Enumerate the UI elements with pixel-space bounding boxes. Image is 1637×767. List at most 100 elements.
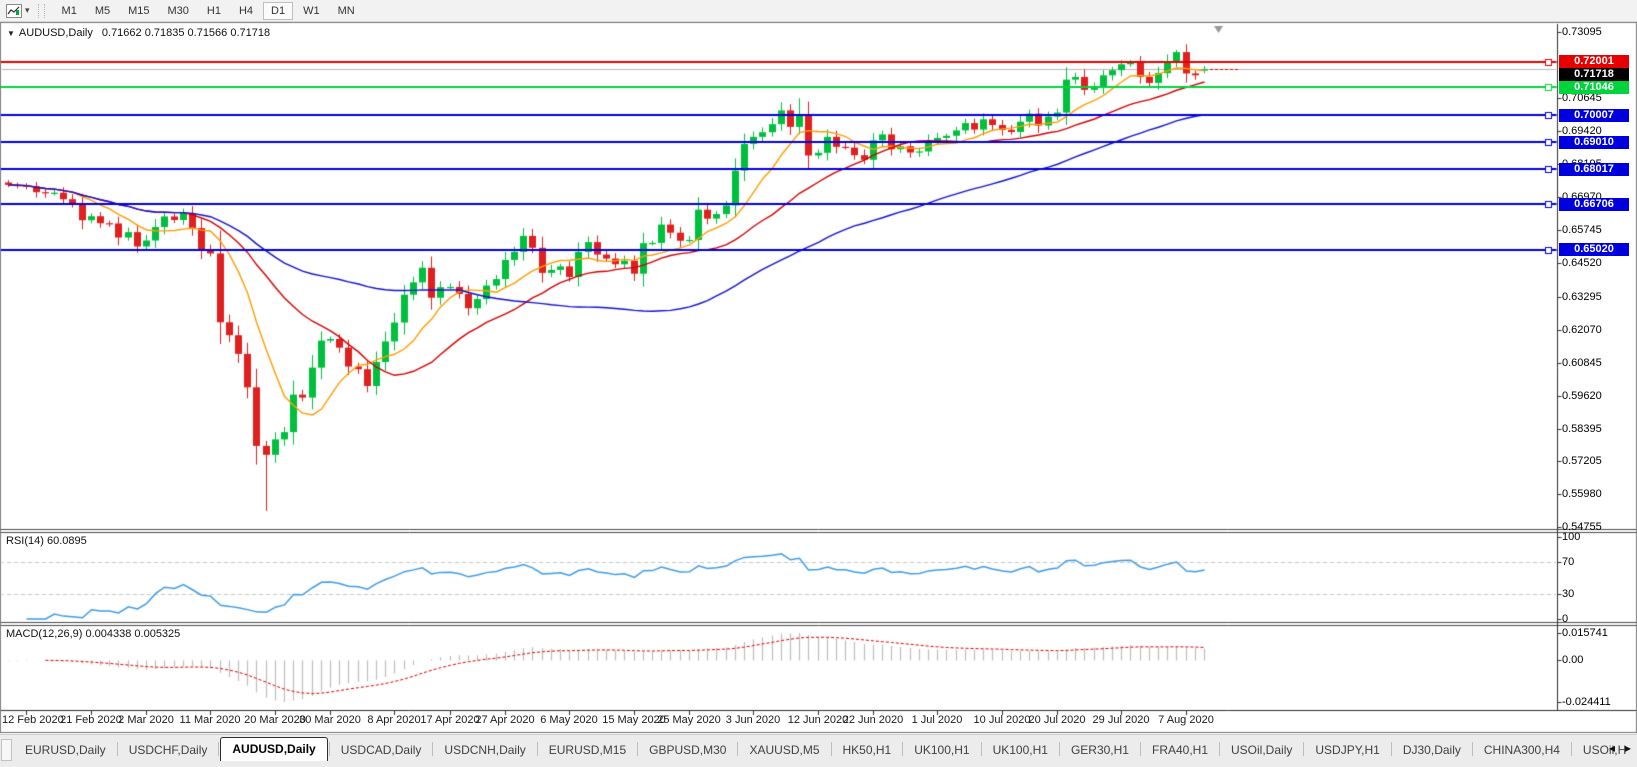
- chart-tab-usdjpy-h1[interactable]: USDJPY,H1: [1305, 739, 1389, 762]
- date-axis-label: 8 Apr 2020: [367, 714, 420, 726]
- timeframe-h1-button[interactable]: H1: [199, 2, 229, 20]
- date-axis-label: 7 Aug 2020: [1158, 714, 1214, 726]
- date-axis-label: 21 Feb 2020: [60, 714, 122, 726]
- date-axis-label: 11 Mar 2020: [180, 714, 241, 726]
- tab-separator: [737, 742, 738, 756]
- chart-tab-china300-h4[interactable]: CHINA300,H4: [1474, 739, 1570, 762]
- bottom-strip: [0, 761, 1637, 767]
- chart-tab-audusd-daily[interactable]: AUDUSD,Daily: [220, 737, 327, 762]
- date-axis-label: 10 Jul 2020: [974, 714, 1031, 726]
- collapse-triangle-icon[interactable]: ▼: [7, 29, 15, 38]
- chart-tab-uk100-h1[interactable]: UK100,H1: [983, 739, 1058, 762]
- date-axis-label: 29 Jul 2020: [1093, 714, 1150, 726]
- chart-tab-uk100-h1[interactable]: UK100,H1: [904, 739, 979, 762]
- chart-tab-xauusd-m5[interactable]: XAUUSD,M5: [739, 739, 829, 762]
- chart-tab-eurusd-m15[interactable]: EURUSD,M15: [539, 739, 636, 762]
- level-price-badge: 0.71046: [1559, 81, 1629, 94]
- level-price-badge: 0.66706: [1559, 198, 1629, 211]
- timeframe-m30-button[interactable]: M30: [160, 2, 197, 20]
- price-axis-tick: 0.73095: [1562, 26, 1602, 38]
- chart-tabs-bar: EURUSD,DailyUSDCHF,DailyAUDUSD,DailyUSDC…: [0, 734, 1637, 762]
- level-price-badge: 0.65020: [1559, 243, 1629, 256]
- level-price-badge: 0.72001: [1559, 55, 1629, 68]
- chart-tabs: EURUSD,DailyUSDCHF,DailyAUDUSD,DailyUSDC…: [15, 735, 1636, 762]
- tab-separator: [637, 742, 638, 756]
- tabs-scroll-left-icon[interactable]: ◂: [1609, 741, 1615, 755]
- tabbar-left-edge: [1, 739, 12, 761]
- tab-separator: [1391, 742, 1392, 756]
- price-axis-tick: 0.62070: [1562, 324, 1602, 336]
- timeframe-h4-button[interactable]: H4: [231, 2, 261, 20]
- chart-tab-eurusd-daily[interactable]: EURUSD,Daily: [15, 739, 116, 762]
- dropdown-caret-icon[interactable]: ▾: [25, 5, 30, 16]
- date-axis-label: 17 Apr 2020: [420, 714, 479, 726]
- chart-tab-hk50-h1[interactable]: HK50,H1: [833, 739, 902, 762]
- chart-tab-ger30-h1[interactable]: GER30,H1: [1061, 739, 1139, 762]
- date-axis-label: 1 Jul 2020: [912, 714, 963, 726]
- macd-axis-tick: 0.00: [1562, 654, 1583, 666]
- price-axis-tick: 0.64520: [1562, 257, 1602, 269]
- timeframe-m1-button[interactable]: M1: [54, 2, 85, 20]
- rsi-indicator-label: RSI(14) 60.0895: [6, 535, 87, 547]
- level-price-badge: 0.70007: [1559, 109, 1629, 122]
- tab-separator: [117, 742, 118, 756]
- chart-tab-fra40-h1[interactable]: FRA40,H1: [1142, 739, 1218, 762]
- tab-separator: [1472, 742, 1473, 756]
- chart-window: ▼ AUDUSD,Daily 0.71662 0.71835 0.71566 0.7…: [0, 22, 1637, 733]
- price-axis-tick: 0.59620: [1562, 390, 1602, 402]
- tab-separator: [218, 742, 219, 756]
- date-axis-label: 2 Mar 2020: [118, 714, 174, 726]
- date-axis-label: 3 Jun 2020: [726, 714, 780, 726]
- price-axis-tick: 0.57205: [1562, 455, 1602, 467]
- tab-separator: [1219, 742, 1220, 756]
- date-axis-label: 30 Mar 2020: [299, 714, 361, 726]
- tab-separator: [831, 742, 832, 756]
- date-axis-label: 25 May 2020: [657, 714, 721, 726]
- timeframe-mn-button[interactable]: MN: [330, 2, 363, 20]
- macd-indicator-label: MACD(12,26,9) 0.004338 0.005325: [6, 628, 180, 640]
- timeframe-buttons: M1M5M15M30H1H4D1W1MN: [53, 2, 364, 20]
- toolbar: ▾ M1M5M15M30H1H4D1W1MN: [0, 0, 1637, 22]
- tab-separator: [1571, 742, 1572, 756]
- date-axis-label: 6 May 2020: [540, 714, 597, 726]
- tab-separator: [902, 742, 903, 756]
- chart-tab-usdcnh-daily[interactable]: USDCNH,Daily: [434, 739, 535, 762]
- rsi-axis-tick: 0: [1562, 613, 1568, 625]
- chart-type-icon[interactable]: [4, 3, 24, 19]
- tab-separator: [537, 742, 538, 756]
- date-axis-label: 20 Mar 2020: [244, 714, 306, 726]
- tab-separator: [1059, 742, 1060, 756]
- tab-separator: [432, 742, 433, 756]
- chart-tab-dj30-daily[interactable]: DJ30,Daily: [1393, 739, 1471, 762]
- date-axis-label: 27 Apr 2020: [475, 714, 534, 726]
- macd-axis-tick: -0.024411: [1562, 696, 1611, 708]
- current-price-badge: 0.71718: [1559, 68, 1629, 81]
- timeframe-m5-button[interactable]: M5: [87, 2, 118, 20]
- chart-tab-usoil-daily[interactable]: USOil,Daily: [1221, 739, 1302, 762]
- rsi-axis-tick: 30: [1562, 588, 1574, 600]
- chart-ohlc-values: 0.71662 0.71835 0.71566 0.71718: [102, 27, 270, 39]
- date-axis-label: 22 Jun 2020: [843, 714, 904, 726]
- timeframe-d1-button[interactable]: D1: [263, 2, 293, 20]
- rsi-axis-tick: 100: [1562, 531, 1580, 543]
- price-axis-tick: 0.65745: [1562, 224, 1602, 236]
- rsi-axis-tick: 70: [1562, 556, 1574, 568]
- macd-axis-tick: 0.015741: [1562, 627, 1608, 639]
- chart-tab-gbpusd-m30[interactable]: GBPUSD,M30: [639, 739, 736, 762]
- level-price-badge: 0.69010: [1559, 136, 1629, 149]
- chart-tab-usdcad-daily[interactable]: USDCAD,Daily: [331, 739, 432, 762]
- price-axis-tick: 0.60845: [1562, 357, 1602, 369]
- chart-canvas[interactable]: [0, 22, 1637, 733]
- timeframe-m15-button[interactable]: M15: [120, 2, 157, 20]
- level-price-badge: 0.68017: [1559, 163, 1629, 176]
- tabs-scroll-right-icon[interactable]: ▸: [1625, 741, 1631, 755]
- chart-symbol-period: AUDUSD,Daily: [19, 27, 93, 39]
- tab-separator: [329, 742, 330, 756]
- tab-separator: [1303, 742, 1304, 756]
- date-axis-label: 12 Feb 2020: [2, 714, 64, 726]
- price-axis-tick: 0.58395: [1562, 423, 1602, 435]
- date-axis-label: 20 Jul 2020: [1029, 714, 1086, 726]
- price-axis-tick: 0.55980: [1562, 488, 1602, 500]
- chart-tab-usdchf-daily[interactable]: USDCHF,Daily: [119, 739, 218, 762]
- timeframe-w1-button[interactable]: W1: [295, 2, 328, 20]
